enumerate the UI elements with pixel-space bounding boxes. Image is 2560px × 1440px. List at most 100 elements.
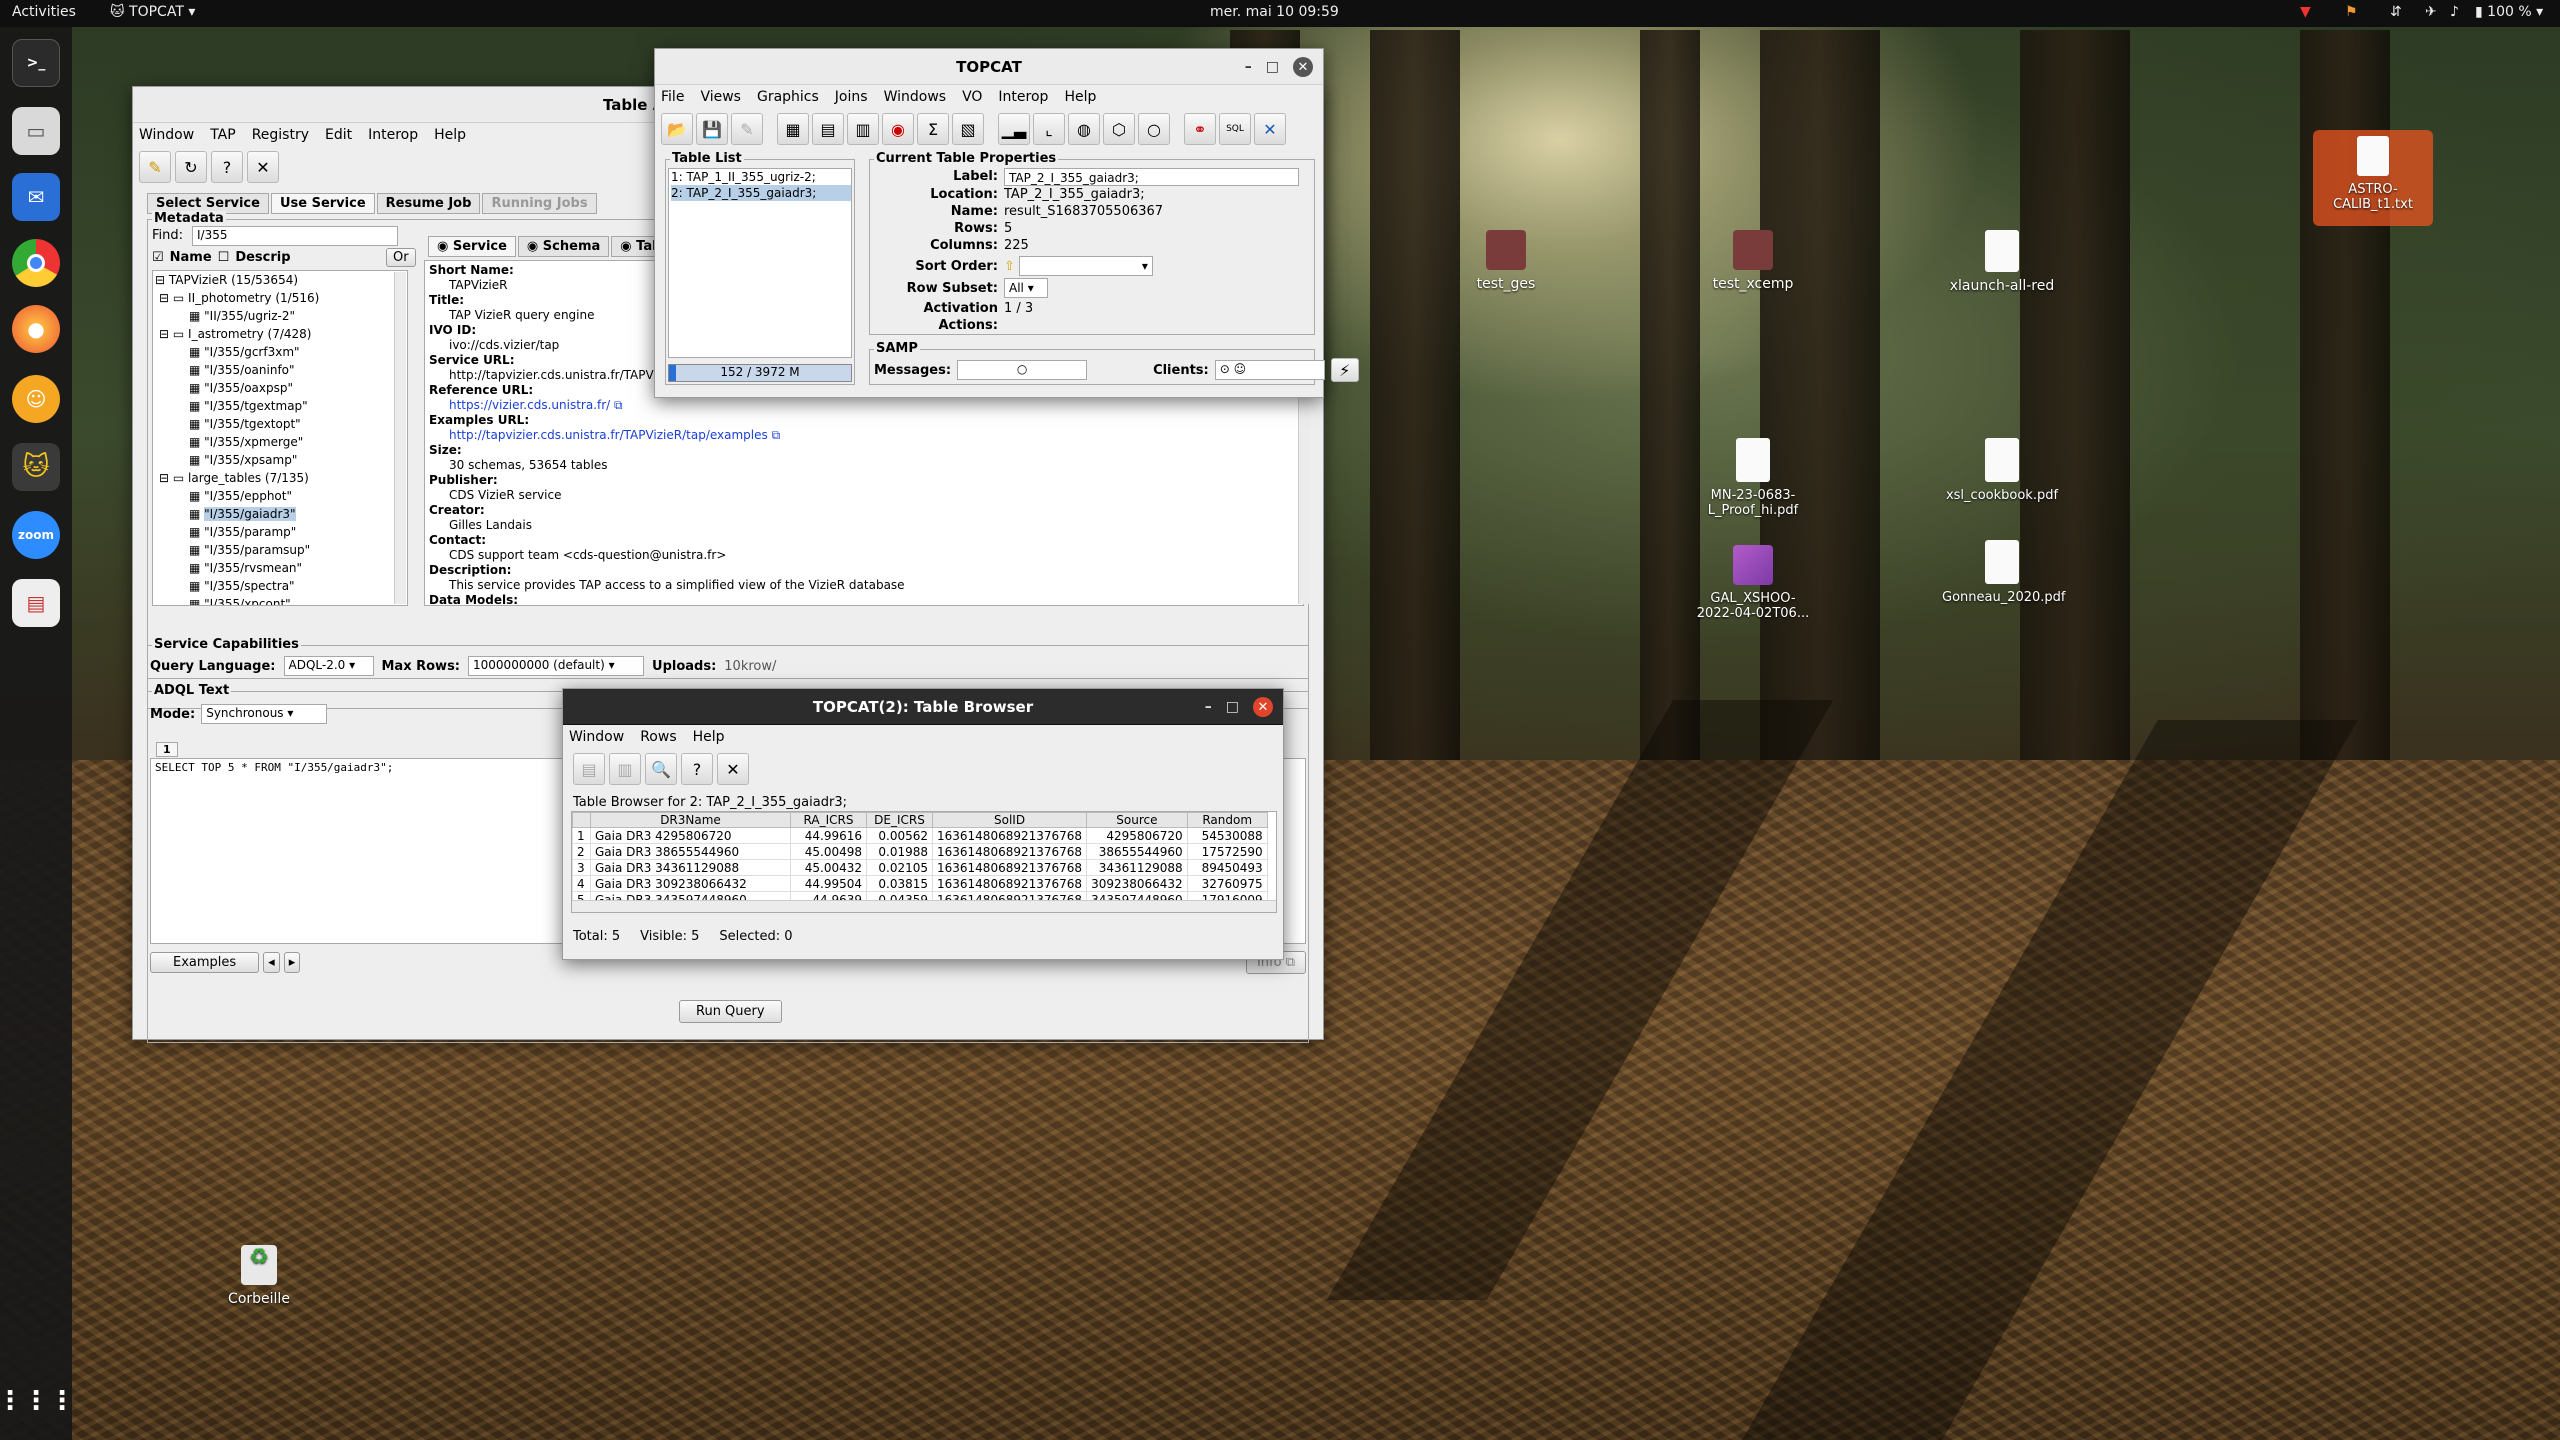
menu-rows[interactable]: Rows xyxy=(640,729,676,745)
descrip-checkbox[interactable]: ☐ xyxy=(218,250,230,265)
column-header[interactable]: SolID xyxy=(931,812,1088,828)
menu-views[interactable]: Views xyxy=(700,89,741,105)
minimize-icon[interactable]: – xyxy=(1245,59,1252,75)
column-header[interactable]: DR3Name xyxy=(590,812,791,828)
desktop-file[interactable]: ASTRO-CALIB_t1.txt xyxy=(2313,130,2433,226)
close-window-icon[interactable]: ✕ xyxy=(1253,697,1273,717)
run-query-button[interactable]: Run Query xyxy=(679,1000,782,1023)
metadata-icon[interactable]: ▤ xyxy=(812,113,844,145)
desktop-file[interactable]: GAL_XSHOO-2022-04-02T06... xyxy=(1693,545,1813,621)
reload-icon[interactable]: ↻ xyxy=(175,151,207,183)
plane-plot-icon[interactable]: ⌞ xyxy=(1033,113,1065,145)
table-row[interactable]: 3 Gaia DR3 34361129088 45.00432 0.02105 1636… xyxy=(572,859,1268,876)
app-icon[interactable]: ☺ xyxy=(12,375,60,423)
reference-url-link[interactable]: https://vizier.cds.unistra.fr/ ⧉ xyxy=(429,398,1299,413)
desktop-file[interactable]: Gonneau_2020.pdf xyxy=(1942,540,2066,605)
browser-table-viewport[interactable]: DR3Name RA_ICRS DE_ICRS SolID Source Ran… xyxy=(571,811,1277,913)
menu-tap[interactable]: TAP xyxy=(210,127,235,143)
messages-indicator[interactable]: ○ xyxy=(957,360,1088,380)
menu-interop[interactable]: Interop xyxy=(998,89,1048,105)
table-row[interactable]: 1 Gaia DR3 4295806720 44.99616 0.00562 16361… xyxy=(572,827,1268,844)
desktop-file[interactable]: xsl_cookbook.pdf xyxy=(1942,438,2062,503)
tree-leaf[interactable]: ▦ "I/355/oaxpsp" xyxy=(155,379,407,397)
browser-titlebar[interactable]: TOPCAT(2): Table Browser – □ ✕ xyxy=(563,689,1283,725)
network-icon[interactable]: ⇵ xyxy=(2390,4,2402,20)
match-icon[interactable]: ⚭ xyxy=(1184,113,1216,145)
name-checkbox[interactable]: ☑ xyxy=(152,250,164,265)
desktop-folder[interactable]: test_xcemp xyxy=(1693,230,1813,292)
column-header[interactable]: Source xyxy=(1086,812,1188,828)
subset-from-unselected-icon[interactable]: ▥ xyxy=(609,753,641,785)
zoom-icon[interactable]: zoom xyxy=(12,511,60,559)
tree-leaf[interactable]: ▦ "I/355/oaninfo" xyxy=(155,361,407,379)
search-column-icon[interactable]: 🔍 xyxy=(645,753,677,785)
desktop-file[interactable]: MN-23-0683-L_Proof_hi.pdf xyxy=(1693,438,1813,518)
tree-scrollbar[interactable] xyxy=(394,272,406,604)
prev-icon[interactable]: ◂ xyxy=(263,951,280,973)
column-header[interactable]: RA_ICRS xyxy=(790,812,867,828)
memory-bar[interactable]: 152 / 3972 M xyxy=(668,364,852,382)
tab-schema[interactable]: ◉ Schema xyxy=(517,236,610,257)
menu-help[interactable]: Help xyxy=(1064,89,1096,105)
topcat-titlebar[interactable]: TOPCAT – □ ✕ xyxy=(655,49,1323,85)
firefox-icon[interactable]: ● xyxy=(12,305,60,353)
table-list-item[interactable]: 1: TAP_1_II_355_ugriz-2; xyxy=(671,169,851,185)
sort-order-select[interactable]: ▾ xyxy=(1018,256,1153,276)
notification-icon[interactable]: ▼ xyxy=(2300,4,2311,20)
tree-leaf[interactable]: ▦ "I/355/tgextopt" xyxy=(155,415,407,433)
subset-from-selected-icon[interactable]: ▤ xyxy=(573,753,605,785)
activation-icon[interactable]: ▧ xyxy=(952,113,984,145)
desktop-trash[interactable]: ♻ Corbeille xyxy=(199,1245,319,1307)
menu-windows[interactable]: Windows xyxy=(884,89,947,105)
maximize-icon[interactable]: □ xyxy=(1226,699,1239,715)
menu-joins[interactable]: Joins xyxy=(835,89,868,105)
select-from-icon[interactable]: SQL xyxy=(1219,113,1251,145)
save-table-icon[interactable]: 💾 xyxy=(696,113,728,145)
tree-leaf[interactable]: ▦ "I/355/paramsup" xyxy=(155,541,407,559)
sky-plot-icon[interactable]: ◍ xyxy=(1068,113,1100,145)
table-data-icon[interactable]: ▦ xyxy=(777,113,809,145)
tree-leaf[interactable]: ▦ "I/355/xpsamp" xyxy=(155,451,407,469)
tree-node[interactable]: ⊟ ▭ II_photometry (1/516) xyxy=(155,289,407,307)
topcat-icon[interactable]: 🐱 xyxy=(12,443,60,491)
table-row[interactable]: 4 Gaia DR3 309238066432 44.99504 0.03815 163… xyxy=(572,875,1268,892)
columns-icon[interactable]: ▥ xyxy=(847,113,879,145)
airplane-icon[interactable]: ✈ xyxy=(2425,4,2437,20)
close-icon[interactable]: ✕ xyxy=(717,753,749,785)
tree-leaf[interactable]: ▦ "I/355/spectra" xyxy=(155,577,407,595)
help-icon[interactable]: ? xyxy=(681,753,713,785)
mode-select[interactable]: Synchronous ▾ xyxy=(201,704,328,724)
tree-leaf[interactable]: ▦ "I/355/rvsmean" xyxy=(155,559,407,577)
load-table-icon[interactable]: 📂 xyxy=(661,113,693,145)
desktop-file[interactable]: xlaunch-all-red xyxy=(1942,230,2062,294)
minimize-icon[interactable]: – xyxy=(1205,699,1212,715)
subsets-icon[interactable]: ◉ xyxy=(882,113,914,145)
pin-icon[interactable]: ✎ xyxy=(139,151,171,183)
query-language-select[interactable]: ADQL-2.0 ▾ xyxy=(283,656,374,676)
terminal-icon[interactable]: >_ xyxy=(12,39,60,87)
sort-direction-icon[interactable]: ⇧ xyxy=(1004,258,1015,275)
tab-use-service[interactable]: Use Service xyxy=(270,193,375,214)
activities-button[interactable]: Activities xyxy=(12,4,76,20)
tree-leaf[interactable]: ▦ "I/355/epphot" xyxy=(155,487,407,505)
tree-node[interactable]: ⊟ TAPVizieR (15/53654) xyxy=(155,271,407,289)
tree-node[interactable]: ⊟ ▭ I_astrometry (7/428) xyxy=(155,325,407,343)
tab-running-jobs[interactable]: Running Jobs xyxy=(482,193,597,214)
menu-graphics[interactable]: Graphics xyxy=(757,89,819,105)
help-icon[interactable]: ? xyxy=(211,151,243,183)
or-button[interactable]: Or xyxy=(386,248,416,267)
volume-icon[interactable]: ♪ xyxy=(2450,4,2459,20)
stats-icon[interactable]: Σ xyxy=(917,113,949,145)
show-apps-icon[interactable]: ⋮⋮⋮ xyxy=(0,1377,75,1425)
close-window-icon[interactable]: ✕ xyxy=(1293,57,1313,77)
battery-icon[interactable]: ▮ 100 % ▾ xyxy=(2475,4,2543,20)
tree-leaf[interactable]: ▦ "II/355/ugriz-2" xyxy=(155,307,407,325)
menu-vo[interactable]: VO xyxy=(962,89,982,105)
close-icon[interactable]: ✕ xyxy=(247,151,279,183)
next-icon[interactable]: ▸ xyxy=(283,951,301,973)
edit-icon[interactable]: ✎ xyxy=(731,113,763,145)
app-menu[interactable]: 🐱 TOPCAT ▾ xyxy=(110,4,195,20)
tab-resume-job[interactable]: Resume Job xyxy=(376,193,481,214)
menu-window[interactable]: Window xyxy=(139,127,194,143)
table-tree[interactable]: ⊟ TAPVizieR (15/53654) ⊟ ▭ II_photometry… xyxy=(152,270,408,606)
